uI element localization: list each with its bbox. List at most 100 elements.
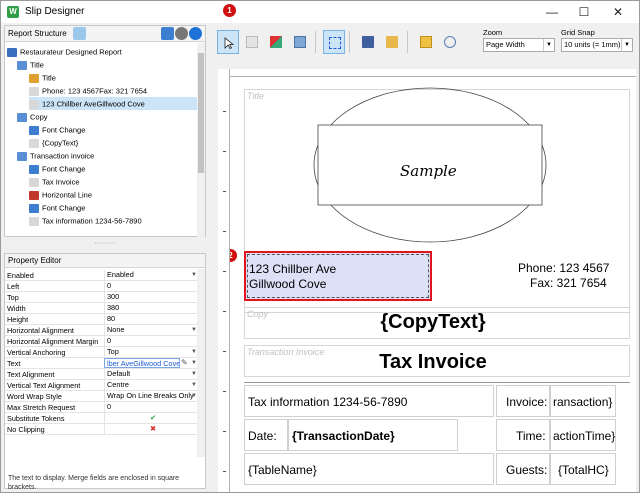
export-button[interactable] <box>415 30 437 54</box>
tree-item-root[interactable]: Restaurateur Designed Report <box>7 45 122 58</box>
property-row-text[interactable]: Text lber AveGillwood Cove ✎ ▼ <box>5 358 199 369</box>
tree-item-font-change-2[interactable]: Font Change <box>29 162 85 175</box>
image-icon <box>294 36 306 48</box>
pointer-tool-button[interactable] <box>217 30 239 54</box>
image-icon <box>29 73 39 83</box>
splitter-handle[interactable]: ⋯⋯⋯ <box>4 239 206 249</box>
tree-item-horizontal-line[interactable]: Horizontal Line <box>29 188 92 201</box>
property-row-width[interactable]: Width 380 <box>5 303 199 314</box>
phone-text[interactable]: Phone: 123 4567 <box>518 261 609 275</box>
minimize-button[interactable]: — <box>539 3 565 21</box>
select-region-button[interactable] <box>323 30 345 54</box>
invoice-value-cell[interactable]: ransaction} <box>550 385 616 417</box>
copytext-field[interactable]: {CopyText} <box>230 311 636 334</box>
grid-snap-select[interactable]: 10 units (= 1mm) ▼ <box>561 38 633 52</box>
font-change-icon <box>29 164 39 174</box>
horizontal-ruler <box>230 69 636 77</box>
property-row-horizontal-alignment-margin[interactable]: Horizontal Alignment Margin 0 <box>5 336 199 347</box>
time-value-cell[interactable]: actionTime} <box>550 419 616 451</box>
tree-item-copytext[interactable]: {CopyText} <box>29 136 78 149</box>
table-name: {TableName} <box>248 463 317 477</box>
property-editor-panel: Property Editor Enabled Enabled ▼ Left 0 To… <box>4 253 206 491</box>
selection-outline <box>247 254 429 298</box>
band-icon <box>17 151 27 161</box>
property-row-top[interactable]: Top 300 <box>5 292 199 303</box>
toolbar-separator <box>349 31 350 53</box>
tree-item-title-band[interactable]: Title <box>17 58 44 71</box>
property-row-word-wrap-style[interactable]: Word Wrap Style Wrap On Line Breaks Only ▼ <box>5 391 199 402</box>
slip-designer-window: W Slip Designer — ☐ ✕ 1 Report Structure… <box>0 0 640 493</box>
property-row-no-clipping[interactable]: No Clipping ✖ <box>5 424 199 435</box>
property-row-height[interactable]: Height 80 <box>5 314 199 325</box>
shape-icon <box>270 36 282 48</box>
property-row-horizontal-alignment[interactable]: Horizontal Alignment None ▼ <box>5 325 199 336</box>
font-change-icon <box>29 125 39 135</box>
font-change-icon <box>29 203 39 213</box>
text-icon <box>29 99 39 109</box>
ruler-tick <box>223 431 226 432</box>
tree-item-copy-band[interactable]: Copy <box>17 110 48 123</box>
maximize-button[interactable]: ☐ <box>571 3 597 21</box>
report-structure-panel: Report Structure Restaurateur Designed R… <box>4 25 206 237</box>
design-canvas[interactable]: Title Sample 123 Chillber Ave Gillwood C… <box>230 77 636 492</box>
grid-snap-label: Grid Snap <box>561 28 595 37</box>
ruler-tick <box>223 351 226 352</box>
chevron-down-icon[interactable]: ▼ <box>543 39 554 51</box>
tree-item-title-image[interactable]: Title <box>29 71 56 84</box>
time-value: actionTime} <box>553 429 616 443</box>
tree-item-tax-information[interactable]: Tax information 1234-56-7890 <box>29 214 142 227</box>
move-up-icon[interactable] <box>189 27 202 40</box>
pointer-icon <box>224 37 235 49</box>
date-value: {TransactionDate} <box>292 429 395 443</box>
property-scrollbar[interactable] <box>197 269 205 457</box>
save-button[interactable] <box>357 30 379 54</box>
tax-invoice-heading[interactable]: Tax Invoice <box>230 351 636 374</box>
check-icon[interactable]: ✔ <box>104 413 199 423</box>
address-element-selected[interactable]: 123 Chillber Ave Gillwood Cove <box>244 251 432 301</box>
guests-value: {TotalHC} <box>558 463 609 477</box>
address-line-2: Gillwood Cove <box>249 277 327 291</box>
image-tool-button[interactable] <box>289 30 311 54</box>
font-change-tool-icon[interactable] <box>161 27 174 40</box>
toolbar-separator <box>315 31 316 53</box>
text-value-input[interactable]: lber AveGillwood Cove <box>104 358 180 368</box>
annotation-marker-2: 2 <box>230 249 237 262</box>
chevron-down-icon[interactable]: ▼ <box>621 39 632 51</box>
tree-item-address-selected[interactable]: 123 Chillber AveGillwood Cove <box>29 97 199 110</box>
property-row-text-alignment[interactable]: Text Alignment Default ▼ <box>5 369 199 380</box>
cross-icon[interactable]: ✖ <box>104 424 199 434</box>
open-button[interactable] <box>381 30 403 54</box>
tree-item-font-change-3[interactable]: Font Change <box>29 201 85 214</box>
properties-tool-icon[interactable] <box>73 27 86 40</box>
structure-scroll-thumb[interactable] <box>198 53 204 173</box>
ruler-tick <box>223 271 226 272</box>
power-icon[interactable] <box>175 27 188 40</box>
save-icon <box>362 36 374 48</box>
zoom-select[interactable]: Page Width ▼ <box>483 38 555 52</box>
property-row-left[interactable]: Left 0 <box>5 281 199 292</box>
property-row-enabled[interactable]: Enabled Enabled ▼ <box>5 270 199 281</box>
property-row-vertical-text-alignment[interactable]: Vertical Text Alignment Centre ▼ <box>5 380 199 391</box>
tree-item-phone-fax[interactable]: Phone: 123 4567Fax: 321 7654 <box>29 84 147 97</box>
preview-button[interactable] <box>439 30 461 54</box>
guests-label: Guests: <box>506 463 548 477</box>
report-structure-header: Report Structure <box>5 26 205 42</box>
annotation-marker-1: 1 <box>223 4 236 17</box>
text-icon <box>29 86 39 96</box>
tax-information-text: Tax information 1234-56-7890 <box>248 395 408 409</box>
horizontal-line[interactable] <box>244 382 630 383</box>
tree-item-tax-invoice[interactable]: Tax Invoice <box>29 175 80 188</box>
text-tool-button[interactable] <box>241 30 263 54</box>
fax-text[interactable]: Fax: 321 7654 <box>530 276 607 290</box>
close-button[interactable]: ✕ <box>605 3 631 21</box>
property-row-vertical-anchoring[interactable]: Vertical Anchoring Top ▼ <box>5 347 199 358</box>
vertical-ruler <box>218 69 230 492</box>
text-icon <box>29 138 39 148</box>
structure-scrollbar[interactable] <box>197 43 205 237</box>
pencil-icon[interactable]: ✎ <box>181 358 190 368</box>
property-row-substitute-tokens[interactable]: Substitute Tokens ✔ <box>5 413 199 424</box>
tree-item-font-change-1[interactable]: Font Change <box>29 123 85 136</box>
shape-tool-button[interactable] <box>265 30 287 54</box>
property-row-max-stretch-request[interactable]: Max Stretch Request 0 <box>5 402 199 413</box>
tree-item-transaction-band[interactable]: Transaction invoice <box>17 149 94 162</box>
